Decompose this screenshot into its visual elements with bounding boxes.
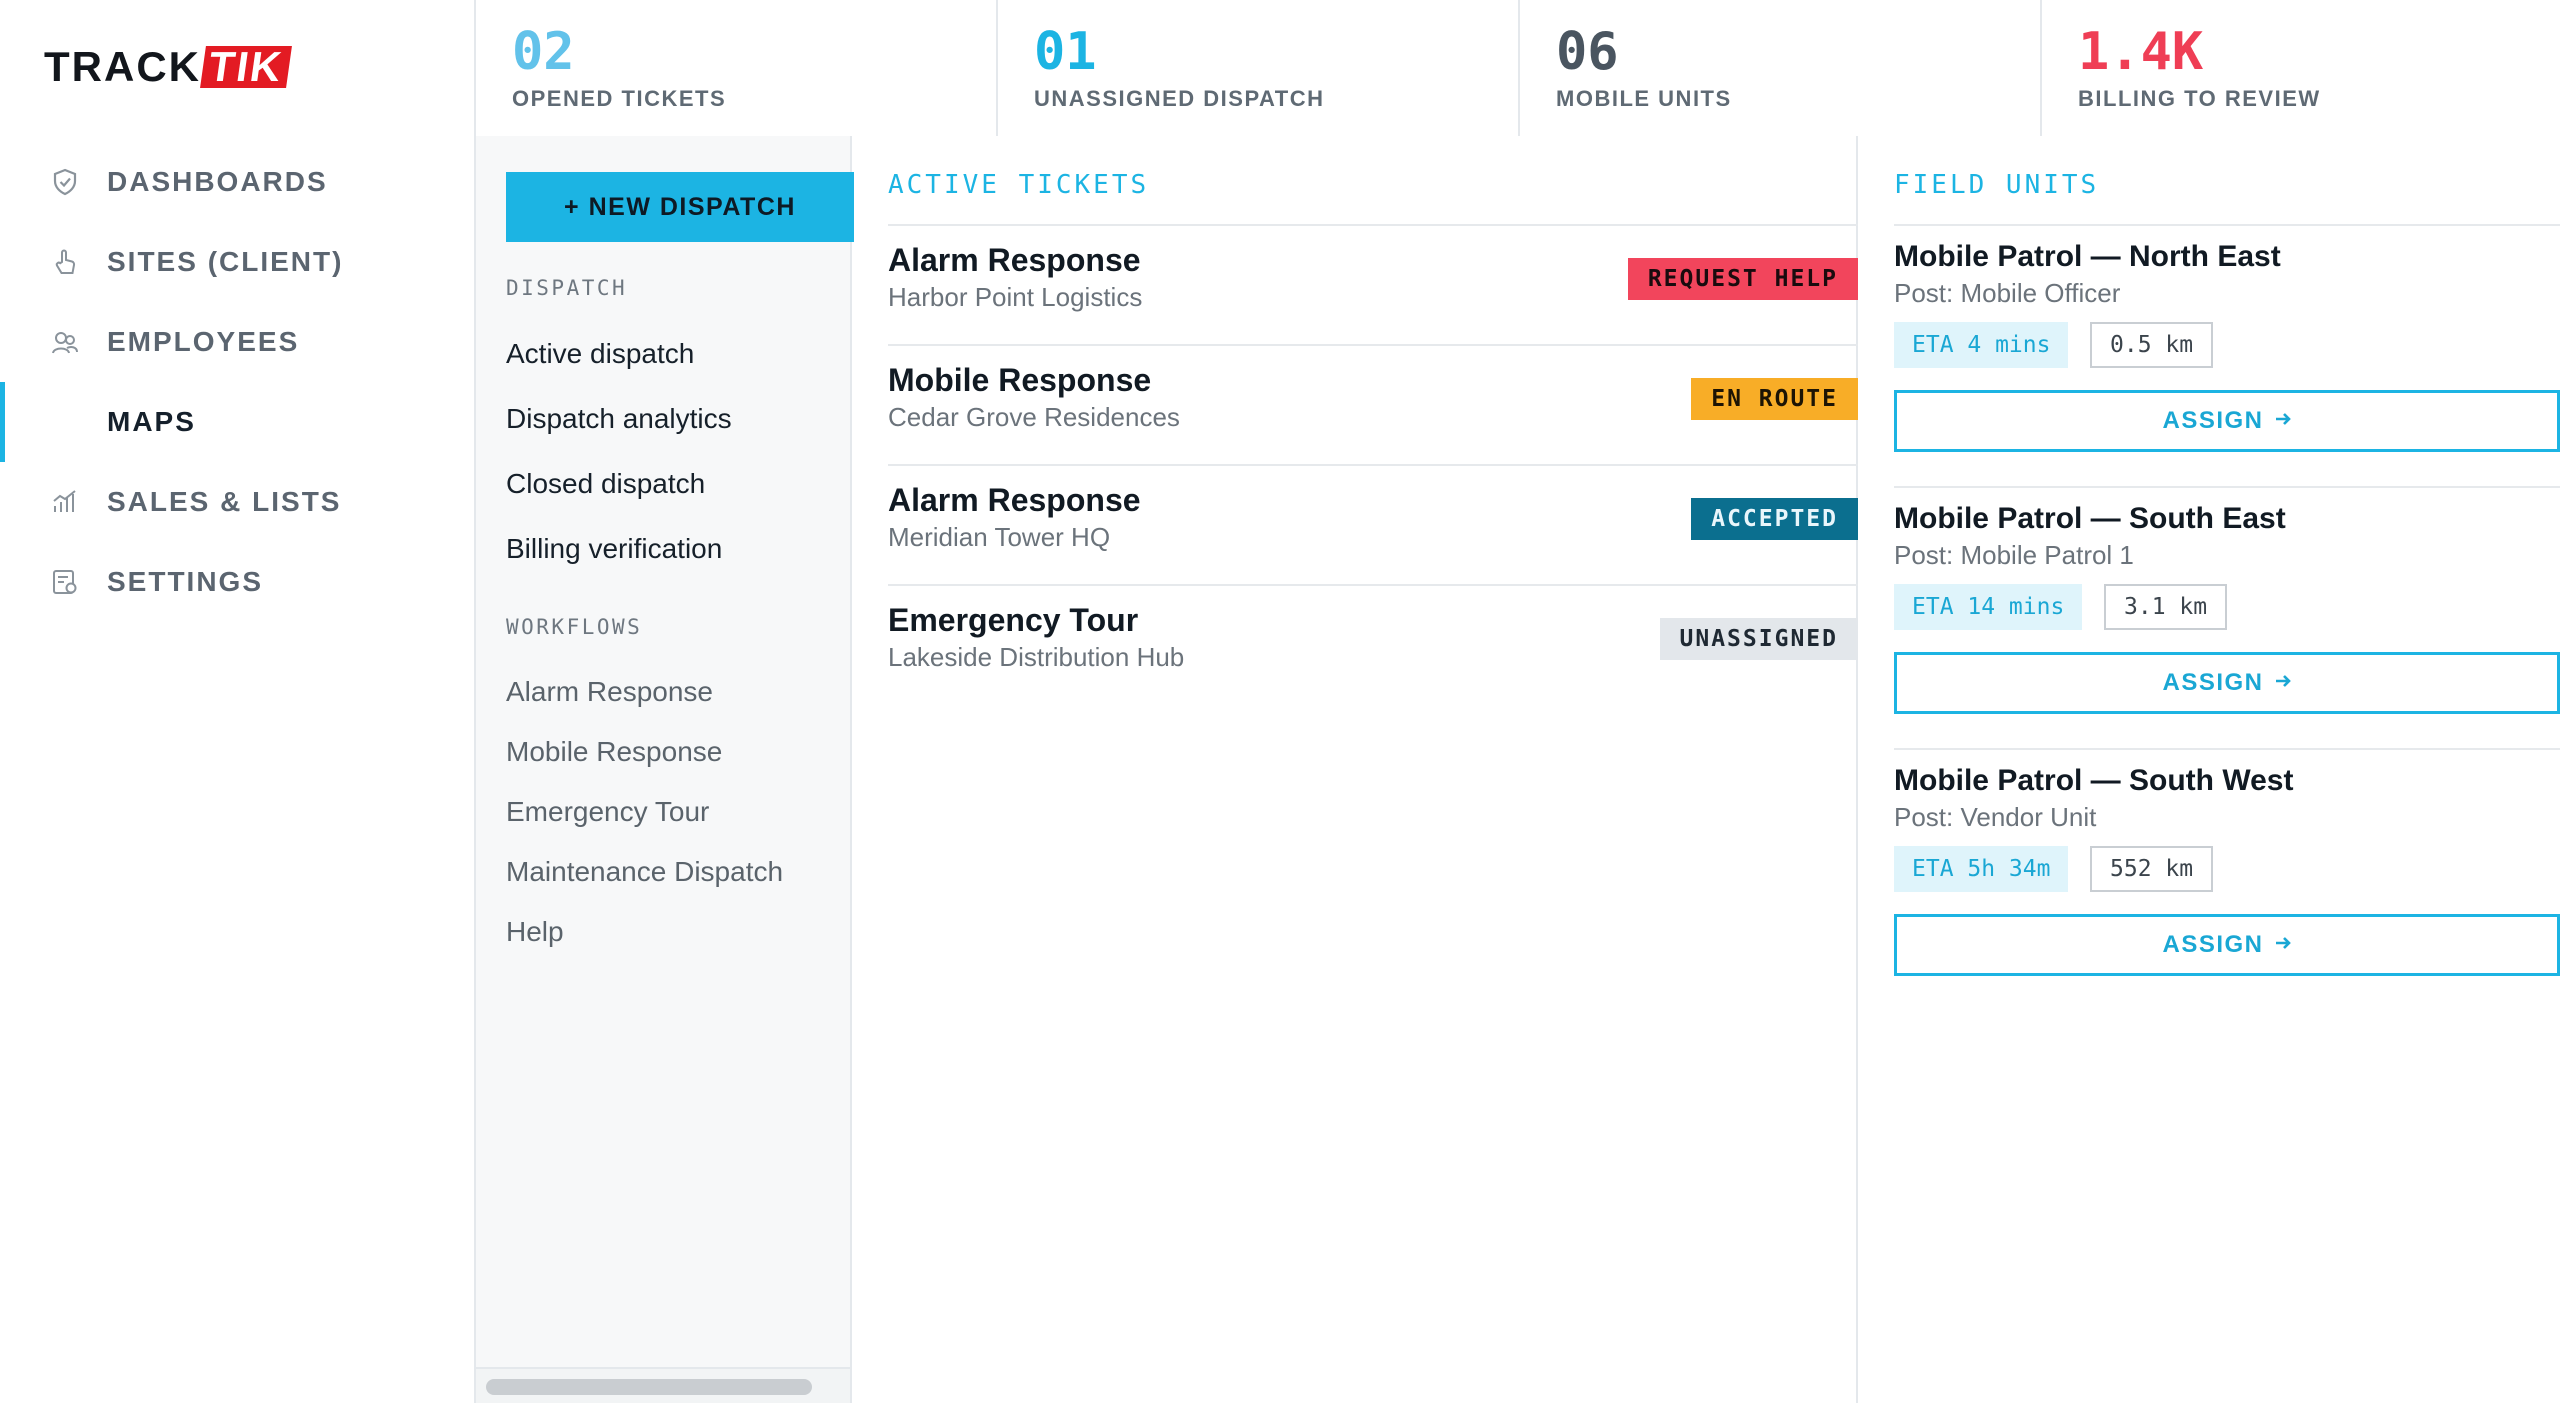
unit-name: Mobile Patrol — North East — [1894, 240, 2281, 273]
menu-link-closed-dispatch[interactable]: Closed dispatch — [506, 468, 705, 500]
sidebar-item-employees[interactable]: EMPLOYEES — [0, 310, 474, 374]
ticket-row[interactable]: Emergency Tour Lakeside Distribution Hub… — [888, 586, 1858, 706]
eta-badge: ETA 4 mins — [1894, 322, 2069, 368]
stats-header: 02 OPENED TICKETS 01 UNASSIGNED DISPATCH… — [474, 0, 2560, 136]
unit-card: Mobile Patrol — South West Post: Vendor … — [1894, 750, 2560, 1012]
settings-doc-icon — [50, 567, 80, 597]
trend-chart-icon — [50, 487, 80, 517]
stat-opened-tickets[interactable]: 02 OPENED TICKETS — [476, 0, 996, 136]
new-dispatch-button[interactable]: + NEW DISPATCH — [506, 172, 854, 242]
workflow-link-emergency-tour[interactable]: Emergency Tour — [506, 796, 709, 828]
sidebar-item-label: SETTINGS — [107, 566, 264, 597]
unit-name: Mobile Patrol — South West — [1894, 764, 2294, 797]
menu-link-dispatch-analytics[interactable]: Dispatch analytics — [506, 403, 732, 435]
stat-caption: OPENED TICKETS — [512, 86, 727, 111]
eta-badge: ETA 5h 34m — [1894, 846, 2069, 892]
workflows-section-heading: WORKFLOWS — [506, 615, 643, 639]
workflow-link-maintenance-dispatch[interactable]: Maintenance Dispatch — [506, 856, 783, 888]
stat-unassigned-dispatch[interactable]: 01 UNASSIGNED DISPATCH — [998, 0, 1518, 136]
sidebar-item-sites-client[interactable]: SITES (CLIENT) — [0, 230, 474, 294]
arrow-right-icon — [2274, 669, 2292, 697]
distance-badge: 552 km — [2090, 846, 2214, 892]
hand-pointer-icon — [50, 247, 80, 277]
logo-text-tik: TIK — [200, 43, 292, 90]
workflow-link-mobile-response[interactable]: Mobile Response — [506, 736, 722, 768]
unit-name: Mobile Patrol — South East — [1894, 502, 2286, 535]
assign-label: ASSIGN — [2162, 669, 2264, 696]
eta-badge: ETA 14 mins — [1894, 584, 2083, 630]
stat-value: 01 — [1034, 22, 1097, 82]
sidebar-item-label: MAPS — [107, 406, 196, 437]
stat-value: 06 — [1556, 22, 1619, 82]
ticket-site: Meridian Tower HQ — [888, 522, 1111, 552]
shield-icon — [50, 167, 80, 197]
logo-text-track: TRACK — [44, 43, 201, 90]
unit-card: Mobile Patrol — North East Post: Mobile … — [1894, 226, 2560, 488]
assign-label: ASSIGN — [2162, 407, 2264, 434]
sidebar-item-maps[interactable]: MAPS — [0, 382, 474, 462]
distance-badge: 0.5 km — [2090, 322, 2214, 368]
stat-mobile-units[interactable]: 06 MOBILE UNITS — [1520, 0, 2040, 136]
ticket-site: Lakeside Distribution Hub — [888, 642, 1185, 672]
sidebar-item-label: SALES & LISTS — [107, 486, 342, 517]
sidebar-item-label: EMPLOYEES — [107, 326, 300, 357]
ticket-name: Mobile Response — [888, 362, 1152, 398]
unit-post: Post: Vendor Unit — [1894, 802, 2097, 832]
arrow-right-icon — [2274, 931, 2292, 959]
active-tickets-panel: ACTIVE TICKETS Alarm Response Harbor Poi… — [852, 136, 1858, 1403]
stat-caption: BILLING TO REVIEW — [2078, 86, 2321, 111]
users-icon — [50, 327, 80, 357]
ticket-name: Emergency Tour — [888, 602, 1139, 638]
ticket-name: Alarm Response — [888, 242, 1141, 278]
sidebar-item-settings[interactable]: SETTINGS — [0, 550, 474, 614]
active-tickets-title: ACTIVE TICKETS — [888, 170, 1150, 200]
status-badge: REQUEST HELP — [1627, 258, 1858, 300]
stat-caption: MOBILE UNITS — [1556, 86, 1732, 111]
workflow-link-help[interactable]: Help — [506, 916, 564, 948]
stat-value: 1.4K — [2078, 22, 2204, 82]
sidebar-item-dashboards[interactable]: DASHBOARDS — [0, 150, 474, 214]
ticket-row[interactable]: Mobile Response Cedar Grove Residences E… — [888, 346, 1858, 466]
stat-caption: UNASSIGNED DISPATCH — [1034, 86, 1325, 111]
field-units-panel: FIELD UNITS Mobile Patrol — North East P… — [1858, 136, 2560, 1403]
scrollbar-thumb[interactable] — [486, 1379, 812, 1395]
assign-label: ASSIGN — [2162, 931, 2264, 958]
unit-card: Mobile Patrol — South East Post: Mobile … — [1894, 488, 2560, 750]
tracktik-logo[interactable]: TRACK TIK — [44, 43, 292, 90]
status-badge: EN ROUTE — [1691, 378, 1858, 420]
horizontal-scrollbar[interactable] — [476, 1367, 850, 1403]
sidebar-item-label: DASHBOARDS — [107, 166, 328, 197]
dispatch-menu: + NEW DISPATCH DISPATCH Active dispatch … — [474, 136, 854, 1403]
workflow-link-alarm-response[interactable]: Alarm Response — [506, 676, 713, 708]
sidebar-item-sales-lists[interactable]: SALES & LISTS — [0, 470, 474, 534]
field-units-title: FIELD UNITS — [1894, 170, 2100, 200]
stat-value: 02 — [512, 22, 575, 82]
sidebar: TRACK TIK DASHBOARDS SITES (CLIENT) EMPL… — [0, 0, 474, 1403]
ticket-row[interactable]: Alarm Response Harbor Point Logistics RE… — [888, 226, 1858, 346]
sidebar-item-label: SITES (CLIENT) — [107, 246, 344, 277]
unit-post: Post: Mobile Patrol 1 — [1894, 540, 2134, 570]
ticket-site: Harbor Point Logistics — [888, 282, 1143, 312]
assign-button[interactable]: ASSIGN — [1894, 390, 2560, 452]
menu-link-active-dispatch[interactable]: Active dispatch — [506, 338, 694, 370]
ticket-name: Alarm Response — [888, 482, 1141, 518]
menu-link-billing-verification[interactable]: Billing verification — [506, 533, 722, 565]
assign-button[interactable]: ASSIGN — [1894, 914, 2560, 976]
assign-button[interactable]: ASSIGN — [1894, 652, 2560, 714]
stat-billing-to-review[interactable]: 1.4K BILLING TO REVIEW — [2042, 0, 2560, 136]
unit-post: Post: Mobile Officer — [1894, 278, 2121, 308]
ticket-row[interactable]: Alarm Response Meridian Tower HQ ACCEPTE… — [888, 466, 1858, 586]
arrow-right-icon — [2274, 407, 2292, 435]
ticket-site: Cedar Grove Residences — [888, 402, 1180, 432]
status-badge: UNASSIGNED — [1659, 618, 1858, 660]
distance-badge: 3.1 km — [2104, 584, 2228, 630]
dispatch-section-heading: DISPATCH — [506, 276, 628, 300]
status-badge: ACCEPTED — [1691, 498, 1858, 540]
